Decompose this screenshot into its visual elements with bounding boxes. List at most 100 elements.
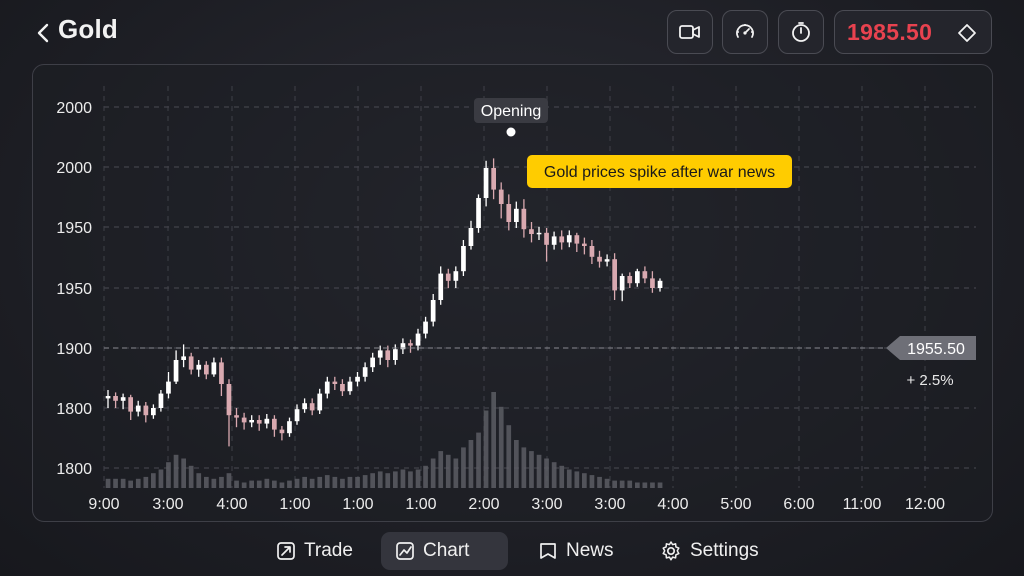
y-tick-label: 1950 xyxy=(56,281,92,298)
candle xyxy=(619,273,625,302)
candlesticks xyxy=(105,158,663,447)
nav-news[interactable]: News xyxy=(524,532,628,570)
volume-bar xyxy=(324,475,330,488)
volume-bar xyxy=(279,482,285,488)
volume-bar xyxy=(544,458,549,488)
candle xyxy=(355,372,360,387)
candle xyxy=(445,268,451,288)
candle xyxy=(113,392,118,408)
candle xyxy=(491,158,496,200)
volume-bar xyxy=(249,480,254,488)
candle xyxy=(559,230,565,250)
volume-bar xyxy=(370,473,375,488)
candle xyxy=(642,266,648,284)
volume-bar xyxy=(332,476,338,488)
candle xyxy=(151,404,156,419)
volume-bar xyxy=(597,476,602,488)
y-tick-label: 2000 xyxy=(56,100,92,117)
candle xyxy=(582,237,587,255)
volume-bar xyxy=(453,458,459,488)
volume-bar xyxy=(408,471,413,488)
current-price-label: 1955.50 xyxy=(907,341,965,358)
candle xyxy=(264,414,270,429)
candle xyxy=(279,426,285,441)
opening-label: Opening xyxy=(481,103,542,120)
volume-bar xyxy=(264,478,270,488)
candle xyxy=(627,272,633,288)
volume-bar xyxy=(559,465,565,488)
x-tick-label: 6:00 xyxy=(783,496,814,513)
volume-bar xyxy=(362,475,368,488)
volume-bar xyxy=(309,478,315,488)
candle xyxy=(597,250,602,268)
volume-bar xyxy=(120,478,126,488)
y-tick-label: 1950 xyxy=(56,220,92,237)
nav-trade-label: Trade xyxy=(304,540,353,561)
y-tick-label: 1800 xyxy=(56,401,92,418)
volume-bar xyxy=(438,451,444,488)
volume-bar xyxy=(566,469,572,488)
x-tick-label: 1:00 xyxy=(279,496,310,513)
candle xyxy=(514,201,519,228)
volume-bar xyxy=(400,469,406,488)
volume-bar xyxy=(272,480,277,488)
volume-bar xyxy=(181,458,186,488)
candle xyxy=(506,194,512,231)
news-callout: Gold prices spike after war news xyxy=(527,155,792,188)
volume-bar xyxy=(340,478,345,488)
volume-bar xyxy=(219,476,224,488)
volume-bar xyxy=(196,473,202,488)
candle xyxy=(566,230,572,248)
volume-bar xyxy=(483,410,489,488)
candle xyxy=(219,357,224,396)
volume-bar xyxy=(355,476,360,488)
volume-bar xyxy=(211,478,217,488)
candle xyxy=(347,376,353,395)
volume-bar xyxy=(143,476,149,488)
volume-bar xyxy=(506,425,512,488)
candle xyxy=(529,222,534,243)
y-tick-label: 1800 xyxy=(56,461,92,478)
callout-text: Gold prices spike after war news xyxy=(544,164,775,181)
volume-bar xyxy=(393,471,398,488)
candle xyxy=(226,379,232,447)
x-axis: 9:00 3:00 4:00 1:00 1:00 1:00 2:00 3:00 3:00 4:00… xyxy=(88,496,945,513)
candle xyxy=(370,352,375,372)
chart-icon xyxy=(396,542,414,560)
volume-bar xyxy=(574,471,580,488)
price-chart[interactable]: 2000 2000 1950 1950 1900 1800 1800 9:00 3:00 4:0… xyxy=(0,0,1024,576)
volume-bar xyxy=(173,454,179,488)
volume-bar xyxy=(135,478,141,488)
candle xyxy=(158,390,164,412)
y-tick-label: 1900 xyxy=(56,341,92,358)
nav-chart-label: Chart xyxy=(423,540,470,561)
volume-bar xyxy=(128,480,133,488)
candle xyxy=(143,402,149,423)
nav-trade[interactable]: Trade xyxy=(262,532,367,570)
volume-bar xyxy=(589,475,595,488)
volume-bar xyxy=(302,476,307,488)
nav-chart[interactable]: Chart xyxy=(381,532,508,570)
candle xyxy=(657,278,663,292)
candle xyxy=(173,350,179,384)
volume-bar xyxy=(514,440,519,488)
nav-settings[interactable]: Settings xyxy=(646,532,773,570)
volume-bar xyxy=(385,473,391,488)
volume-bar xyxy=(294,478,300,488)
candle xyxy=(423,316,428,339)
volume-bar xyxy=(151,473,156,488)
volume-bar xyxy=(551,462,557,488)
volume-bar xyxy=(234,480,239,488)
candle xyxy=(309,398,315,416)
volume-bar xyxy=(468,440,474,488)
volume-bar xyxy=(476,432,481,488)
volume-bar xyxy=(650,482,655,488)
candle xyxy=(544,228,549,262)
candle xyxy=(438,266,444,305)
x-tick-label: 3:00 xyxy=(152,496,183,513)
candle xyxy=(574,232,580,252)
candle xyxy=(498,182,504,219)
x-tick-label: 3:00 xyxy=(594,496,625,513)
candle xyxy=(105,390,111,408)
candle xyxy=(536,226,542,240)
